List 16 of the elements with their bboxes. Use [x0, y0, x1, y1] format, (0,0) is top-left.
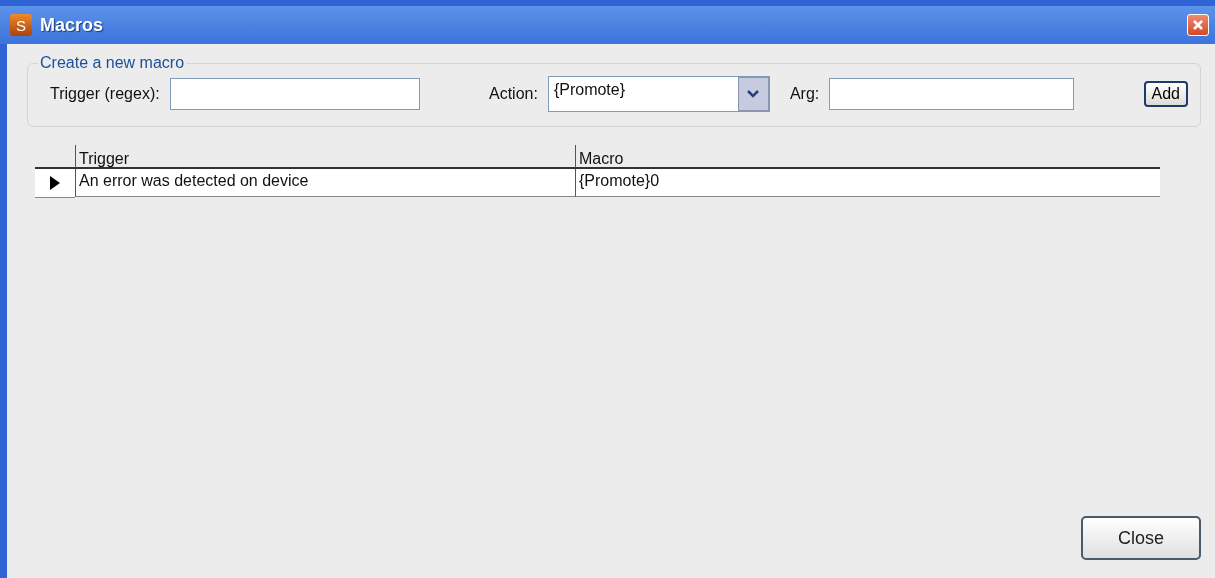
trigger-field[interactable] — [169, 78, 420, 110]
table-cell: {Promote}0 — [575, 169, 1160, 197]
close-icon[interactable] — [1187, 14, 1209, 36]
group-title: Create a new macro — [39, 54, 186, 72]
action-dropdown[interactable]: {Promote} — [547, 76, 770, 112]
app-icon: S — [10, 14, 32, 36]
chevron-icon[interactable] — [737, 77, 769, 111]
row-pointer-icon — [50, 176, 60, 190]
window-title: Macros — [40, 14, 105, 36]
action-label: Action: — [488, 85, 538, 103]
arg-label: Arg: — [789, 85, 820, 103]
add-button[interactable]: Add — [1143, 81, 1188, 107]
arg-field[interactable] — [829, 78, 1075, 110]
table-cell: An error was detected on device — [75, 169, 575, 197]
trigger-label: Trigger (regex): — [50, 85, 160, 103]
close-button[interactable]: Close — [1081, 516, 1201, 560]
